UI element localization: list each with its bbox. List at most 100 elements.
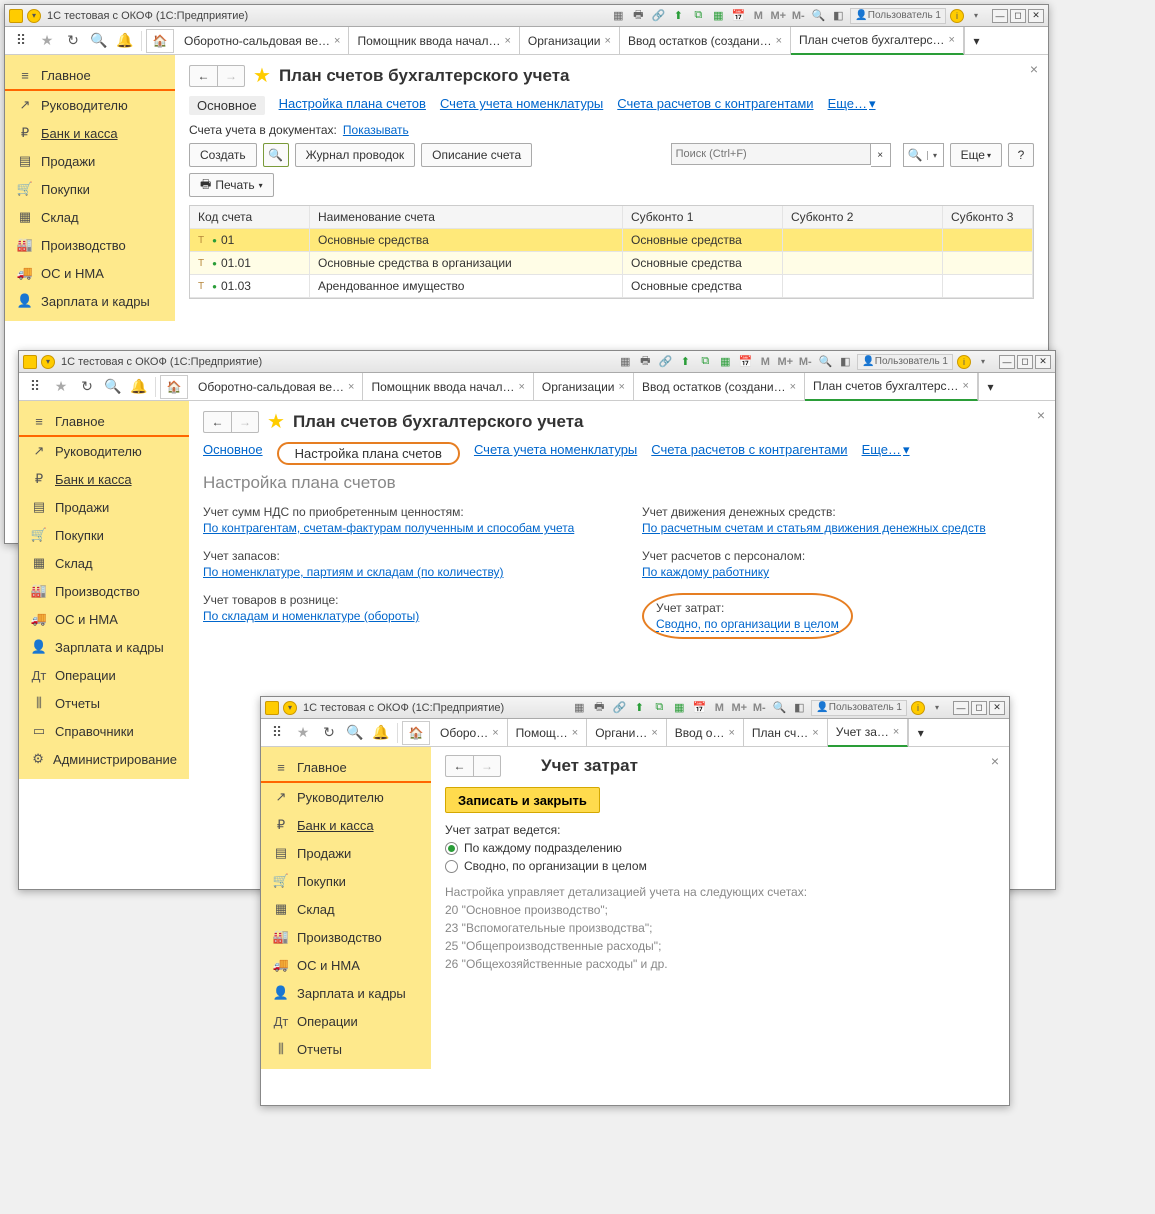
tab-close-icon[interactable]: ×: [776, 35, 782, 47]
info-drop-icon[interactable]: ▾: [929, 700, 945, 716]
nav-forward-button[interactable]: →: [231, 411, 259, 433]
subtab-more[interactable]: Еще…▾: [862, 442, 910, 465]
tab-2[interactable]: Организации×: [520, 27, 620, 55]
close-page-icon[interactable]: ×: [1037, 407, 1045, 423]
nav-forward-button[interactable]: →: [473, 755, 501, 777]
tb-calendar-icon[interactable]: 📅: [691, 700, 707, 716]
cfg-link[interactable]: По контрагентам, счетам-фактурам получен…: [203, 521, 602, 535]
tab-4[interactable]: План счетов бухгалтерс…×: [791, 27, 964, 55]
col-s2[interactable]: Субконто 2: [783, 206, 943, 228]
tab-overflow-icon[interactable]: ▾: [978, 373, 1002, 401]
sidebar-item-8[interactable]: 👤Зарплата и кадры: [261, 979, 431, 1007]
tab-close-icon[interactable]: ×: [572, 727, 578, 739]
tb-layout-icon[interactable]: ▦: [571, 700, 587, 716]
star-icon[interactable]: ★: [35, 29, 59, 53]
tb-layout-icon[interactable]: ▦: [610, 8, 626, 24]
search-combo[interactable]: 🔍▾: [903, 143, 944, 167]
sidebar-item-8[interactable]: 👤Зарплата и кадры: [5, 287, 175, 315]
cfg-link[interactable]: По складам и номенклатуре (обороты): [203, 609, 602, 623]
sidebar-item-6[interactable]: 🏭Производство: [19, 577, 189, 605]
tb-mminus-icon[interactable]: M-: [751, 700, 767, 716]
search-icon[interactable]: 🔍: [101, 375, 125, 399]
tab-2[interactable]: Организации×: [534, 373, 634, 401]
tb-layout-icon[interactable]: ▦: [617, 354, 633, 370]
tb-zoom-icon[interactable]: 🔍: [817, 354, 833, 370]
tb-calendar-icon[interactable]: 📅: [730, 8, 746, 24]
apps-icon[interactable]: ⠿: [23, 375, 47, 399]
table-row[interactable]: T●01.01Основные средства в организацииОс…: [190, 252, 1033, 275]
minimize-button[interactable]: —: [999, 355, 1015, 369]
desc-button[interactable]: Описание счета: [421, 143, 532, 167]
cfg-link[interactable]: По каждому работнику: [642, 565, 769, 579]
cfg-link[interactable]: По расчетным счетам и статьям движения д…: [642, 521, 986, 535]
col-code[interactable]: Код счета: [190, 206, 310, 228]
star-icon[interactable]: ★: [291, 721, 315, 745]
tab-0[interactable]: Оборотно-сальдовая ве…×: [190, 373, 363, 401]
tab-close-icon[interactable]: ×: [651, 727, 657, 739]
search-icon[interactable]: 🔍: [343, 721, 367, 745]
sidebar-item-3[interactable]: ▤Продажи: [261, 839, 431, 867]
app-dropdown-icon[interactable]: ▾: [283, 701, 297, 715]
col-s1[interactable]: Субконто 1: [623, 206, 783, 228]
star-icon[interactable]: ★: [49, 375, 73, 399]
home-button[interactable]: 🏠: [146, 29, 174, 53]
tab-1[interactable]: Помощник ввода начал…×: [349, 27, 519, 55]
sidebar-item-4[interactable]: 🛒Покупки: [5, 175, 175, 203]
apps-icon[interactable]: ⠿: [265, 721, 289, 745]
user-label[interactable]: 👤 Пользователь 1: [811, 700, 907, 716]
bell-icon[interactable]: 🔔: [113, 29, 137, 53]
tab-close-icon[interactable]: ×: [492, 727, 498, 739]
history-icon[interactable]: ↻: [61, 29, 85, 53]
tb-print-icon[interactable]: 🖶: [637, 354, 653, 370]
tab-close-icon[interactable]: ×: [334, 35, 340, 47]
col-name[interactable]: Наименование счета: [310, 206, 623, 228]
sidebar-item-4[interactable]: 🛒Покупки: [19, 521, 189, 549]
subtab-nom[interactable]: Счета учета номенклатуры: [474, 442, 637, 465]
minimize-button[interactable]: —: [953, 701, 969, 715]
sidebar-item-3[interactable]: ▤Продажи: [19, 493, 189, 521]
sidebar-item-9[interactable]: ДтОперации: [19, 661, 189, 689]
sidebar-item-5[interactable]: ▦Склад: [261, 895, 431, 923]
tab-overflow-icon[interactable]: ▾: [908, 719, 932, 747]
tab-close-icon[interactable]: ×: [504, 35, 510, 47]
tab-4[interactable]: План сч…×: [744, 719, 828, 747]
favorite-icon[interactable]: ★: [267, 409, 285, 434]
tab-close-icon[interactable]: ×: [348, 381, 354, 393]
tb-m-icon[interactable]: M: [750, 8, 766, 24]
sidebar-item-2[interactable]: ₽Банк и касса: [261, 811, 431, 839]
sidebar-item-2[interactable]: ₽Банк и касса: [5, 119, 175, 147]
sidebar-item-5[interactable]: ▦Склад: [5, 203, 175, 231]
history-icon[interactable]: ↻: [317, 721, 341, 745]
nav-back-button[interactable]: ←: [445, 755, 473, 777]
find-button[interactable]: 🔍: [263, 143, 289, 167]
tab-close-icon[interactable]: ×: [605, 35, 611, 47]
close-button[interactable]: ✕: [1028, 9, 1044, 23]
sidebar-item-5[interactable]: ▦Склад: [19, 549, 189, 577]
sidebar-item-10[interactable]: ⫼Отчеты: [261, 1035, 431, 1063]
tab-close-icon[interactable]: ×: [812, 727, 818, 739]
info-icon[interactable]: i: [957, 355, 971, 369]
tb-tabs-icon[interactable]: ◧: [830, 8, 846, 24]
tb-save-icon[interactable]: ⬆: [677, 354, 693, 370]
sidebar-item-0[interactable]: ≡Главное: [261, 753, 431, 783]
tb-print-icon[interactable]: 🖶: [630, 8, 646, 24]
subtab-nom[interactable]: Счета учета номенклатуры: [440, 96, 603, 115]
maximize-button[interactable]: ◻: [1010, 9, 1026, 23]
print-button[interactable]: 🖶 Печать ▾: [189, 173, 274, 197]
history-icon[interactable]: ↻: [75, 375, 99, 399]
tab-close-icon[interactable]: ×: [518, 381, 524, 393]
sidebar-item-7[interactable]: 🚚ОС и НМА: [261, 951, 431, 979]
tb-compare-icon[interactable]: ⧉: [651, 700, 667, 716]
tb-save-icon[interactable]: ⬆: [631, 700, 647, 716]
tb-mminus-icon[interactable]: M-: [790, 8, 806, 24]
close-page-icon[interactable]: ×: [1030, 61, 1038, 77]
subtab-main[interactable]: Основное: [203, 442, 263, 465]
tab-0[interactable]: Оборотно-сальдовая ве…×: [176, 27, 349, 55]
sidebar-item-7[interactable]: 🚚ОС и НМА: [19, 605, 189, 633]
subtab-main[interactable]: Основное: [189, 96, 265, 115]
radio-option-0[interactable]: По каждому подразделению: [445, 841, 995, 855]
tab-1[interactable]: Помощ…×: [508, 719, 588, 747]
tb-calc-icon[interactable]: ▦: [710, 8, 726, 24]
tab-4[interactable]: План счетов бухгалтерс…×: [805, 373, 978, 401]
tab-close-icon[interactable]: ×: [728, 727, 734, 739]
